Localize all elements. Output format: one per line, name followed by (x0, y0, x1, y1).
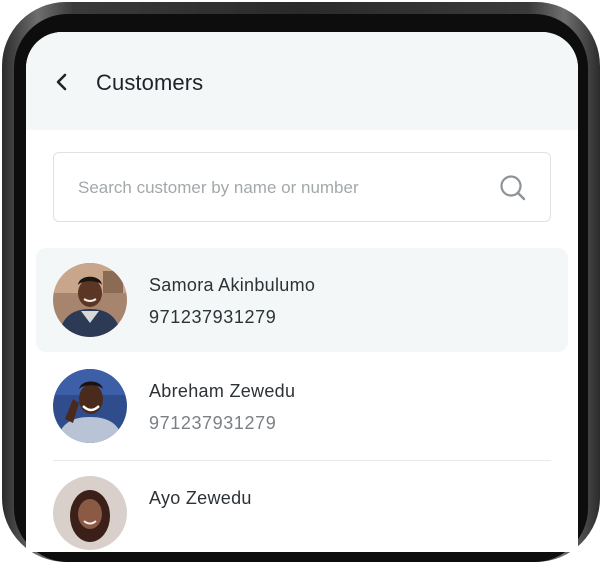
search-icon[interactable] (498, 173, 528, 203)
avatar-photo (53, 369, 127, 443)
customer-row[interactable]: Ayo Zewedu (36, 461, 568, 552)
customer-name: Ayo Zewedu (149, 488, 252, 508)
customer-phone: 971237931279 (149, 413, 277, 433)
avatar-photo (53, 263, 127, 337)
customer-avatar (53, 263, 127, 337)
chevron-left-icon (56, 73, 67, 91)
customer-phone: 971237931279 (149, 307, 277, 327)
customer-row[interactable]: Samora Akinbulumo 971237931279 (36, 248, 568, 352)
page-title: Customers (96, 70, 204, 95)
search-box[interactable] (53, 152, 551, 223)
avatar-photo (53, 476, 127, 550)
customer-row[interactable]: Abreham Zewedu 971237931279 (36, 354, 568, 458)
customer-avatar (53, 369, 127, 443)
customer-avatar (53, 476, 127, 550)
app-header: Customers (26, 32, 578, 130)
app-screen: Customers Samora Aki (26, 32, 578, 552)
customer-name: Samora Akinbulumo (149, 275, 316, 295)
back-button[interactable] (48, 68, 76, 96)
search-input[interactable] (76, 153, 480, 223)
customer-name: Abreham Zewedu (149, 381, 296, 401)
